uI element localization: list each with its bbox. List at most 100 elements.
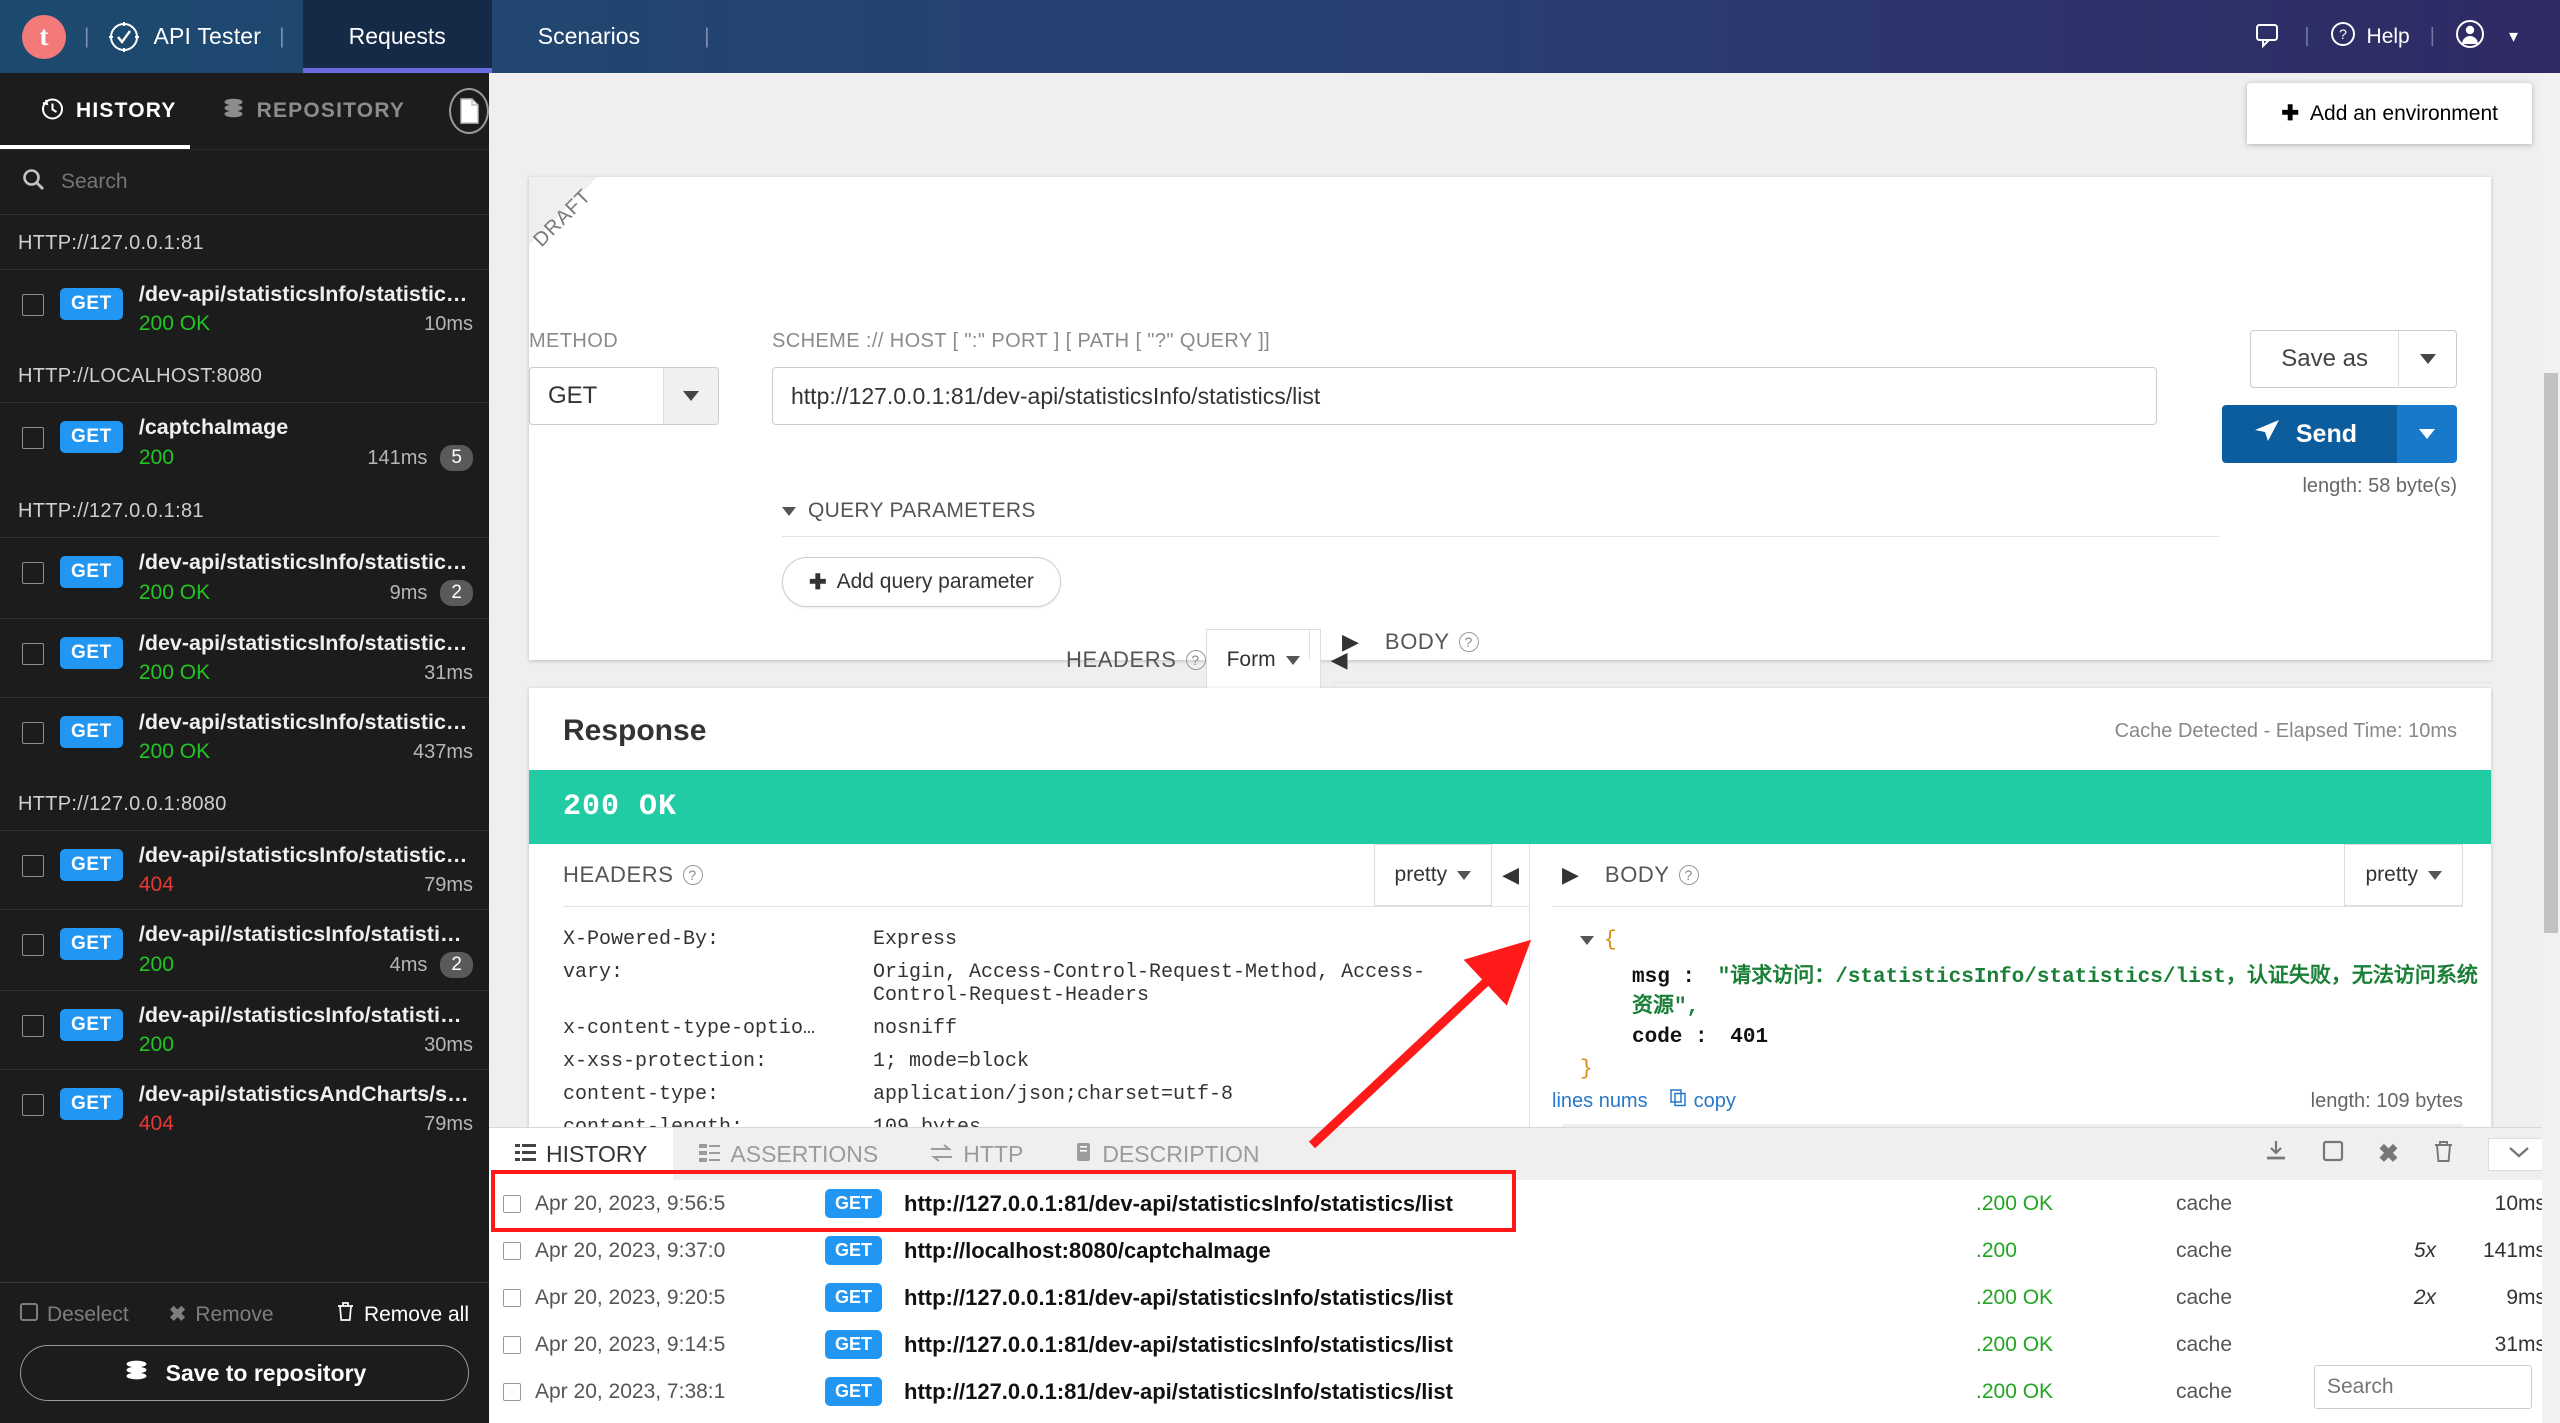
- document-icon[interactable]: [449, 88, 489, 134]
- row-checkbox[interactable]: [503, 1335, 521, 1354]
- row-checkbox[interactable]: [503, 1288, 521, 1307]
- download-icon[interactable]: [2264, 1140, 2288, 1168]
- add-query-parameter-button[interactable]: ✚ Add query parameter: [782, 557, 1061, 607]
- close-icon[interactable]: ✖: [2378, 1139, 2399, 1169]
- response-header-key: vary:: [563, 961, 624, 984]
- app-logo[interactable]: t: [22, 14, 66, 59]
- response-body-mode-select[interactable]: pretty: [2344, 844, 2463, 906]
- bottom-tab-http[interactable]: HTTP: [904, 1128, 1049, 1180]
- table-row[interactable]: Apr 20, 2023, 7:38:1 GET http://127.0.0.1:…: [489, 1368, 2560, 1415]
- remove-button[interactable]: ✖ Remove: [169, 1302, 274, 1327]
- history-list-item[interactable]: GET/dev-api//statisticsInfo/statistics… 2…: [0, 909, 489, 990]
- bottom-tab-assertions[interactable]: ASSERTIONS: [673, 1128, 904, 1180]
- chat-icon[interactable]: [2236, 23, 2304, 50]
- history-item-status: 200: [138, 446, 174, 469]
- collapse-toggle-icon[interactable]: [1580, 936, 1594, 945]
- history-item-url: /dev-api//statisticsInfo/statistics…: [138, 1003, 473, 1027]
- json-msg-value: "请求访问：/statisticsInfo/statistics/list，认证…: [1632, 966, 2478, 1019]
- history-item-checkbox[interactable]: [22, 294, 44, 316]
- expand-right-button[interactable]: ▶: [1332, 629, 1369, 655]
- deselect-button[interactable]: Deselect: [20, 1302, 129, 1327]
- chevron-down-icon: [1285, 655, 1300, 665]
- history-item-checkbox[interactable]: [22, 722, 44, 744]
- main-scrollbar[interactable]: [2542, 73, 2560, 1423]
- method-select[interactable]: GET: [529, 367, 719, 425]
- row-checkbox[interactable]: [503, 1241, 521, 1260]
- table-row[interactable]: Apr 20, 2023, 9:14:5 GET http://127.0.0.1:…: [489, 1321, 2560, 1368]
- history-item-time: 79ms: [424, 873, 473, 896]
- help-icon[interactable]: ?: [1185, 650, 1206, 670]
- help-icon[interactable]: ?: [682, 865, 703, 885]
- response-headers-mode-value: pretty: [1394, 863, 1448, 886]
- help-button[interactable]: ? Help: [2310, 21, 2430, 53]
- history-item-count: 2: [440, 580, 473, 606]
- bottom-tab-history[interactable]: HISTORY: [489, 1128, 674, 1180]
- send-dropdown-icon[interactable]: [2397, 405, 2457, 463]
- sidebar-tab-repository[interactable]: REPOSITORY: [199, 73, 428, 149]
- headers-mode-select[interactable]: Form: [1205, 629, 1321, 691]
- response-card: Response Cache Detected - Elapsed Time: …: [529, 688, 2491, 1198]
- bottom-search[interactable]: [2314, 1365, 2532, 1409]
- save-as-button[interactable]: Save as: [2250, 330, 2457, 388]
- save-to-repository-button[interactable]: Save to repository: [20, 1345, 469, 1401]
- history-item-checkbox[interactable]: [22, 643, 44, 665]
- table-row[interactable]: Apr 20, 2023, 9:56:5 GET http://127.0.0.1:…: [489, 1180, 2560, 1227]
- url-input[interactable]: http://127.0.0.1:81/dev-api/statisticsIn…: [772, 367, 2157, 425]
- history-item-time: 30ms: [424, 1033, 473, 1056]
- remove-all-button[interactable]: Remove all: [336, 1301, 469, 1328]
- search-input[interactable]: [61, 170, 401, 194]
- app-name: API Tester: [153, 23, 262, 49]
- chevron-down-icon[interactable]: [2488, 1137, 2550, 1171]
- table-row[interactable]: Apr 20, 2023, 9:20:5 GET http://127.0.0.1:…: [489, 1274, 2560, 1321]
- history-list-item[interactable]: GET/dev-api/statisticsInfo/statistics/… 2…: [0, 697, 489, 776]
- user-account-button[interactable]: [2435, 19, 2505, 55]
- checkbox-icon[interactable]: [2322, 1140, 2344, 1168]
- sidebar: HISTORY REPOSITORY HTTP://127.0.0.1:81 GE…: [0, 73, 489, 1423]
- query-parameters-header[interactable]: QUERY PARAMETERS: [782, 499, 2219, 523]
- history-item-checkbox[interactable]: [22, 1094, 44, 1116]
- row-checkbox[interactable]: [503, 1382, 521, 1401]
- bottom-search-input[interactable]: [2327, 1375, 2519, 1399]
- history-item-status: 200 OK: [138, 581, 211, 604]
- send-button[interactable]: Send: [2221, 405, 2457, 463]
- json-msg-key: msg :: [1632, 966, 1696, 989]
- history-list-item[interactable]: GET/dev-api/statisticsInfo/statistics/… 4…: [0, 830, 489, 909]
- response-expand-right-button[interactable]: ▶: [1552, 862, 1589, 888]
- add-environment-button[interactable]: ✚ Add an environment: [2247, 83, 2532, 144]
- history-list-item[interactable]: GET/dev-api/statisticsAndCharts/sta… 404 7…: [0, 1069, 489, 1148]
- bottom-tab-description[interactable]: DESCRIPTION: [1049, 1128, 1285, 1180]
- history-list-item[interactable]: GET/dev-api/statisticsInfo/statistics/… 2…: [0, 537, 489, 618]
- lines-nums-link[interactable]: lines nums: [1552, 1090, 1648, 1113]
- sidebar-search[interactable]: [0, 149, 489, 215]
- response-header-key: x-xss-protection:: [563, 1050, 768, 1073]
- history-item-checkbox[interactable]: [22, 1015, 44, 1037]
- bottom-history-rows[interactable]: Apr 20, 2023, 9:56:5 GET http://127.0.0.1:…: [489, 1180, 2560, 1415]
- history-list[interactable]: HTTP://127.0.0.1:81 GET/dev-api/statistic…: [0, 215, 489, 1282]
- sidebar-tab-history[interactable]: HISTORY: [18, 73, 199, 149]
- row-cache: cache: [2176, 1191, 2233, 1215]
- response-collapse-left-button[interactable]: ◀: [1492, 862, 1529, 888]
- help-icon[interactable]: ?: [1458, 632, 1479, 652]
- history-list-item[interactable]: GET/captchaImage 200 141ms 5: [0, 402, 489, 483]
- history-item-checkbox[interactable]: [22, 934, 44, 956]
- tab-requests[interactable]: Requests: [302, 0, 492, 73]
- help-icon[interactable]: ?: [1678, 865, 1699, 885]
- history-list-item[interactable]: GET/dev-api/statisticsInfo/statistics/… 2…: [0, 618, 489, 697]
- row-checkbox[interactable]: [503, 1194, 521, 1213]
- history-item-time: 141ms: [367, 446, 428, 469]
- copy-link[interactable]: copy: [1669, 1089, 1736, 1113]
- row-url: http://localhost:8080/captchaImage: [904, 1237, 1271, 1263]
- scrollbar-thumb[interactable]: [2544, 373, 2558, 933]
- http-method-badge: GET: [60, 716, 123, 748]
- bottom-tab-http-label: HTTP: [963, 1140, 1024, 1167]
- trash-icon[interactable]: [2433, 1140, 2454, 1169]
- tab-scenarios[interactable]: Scenarios: [492, 0, 686, 73]
- history-item-checkbox[interactable]: [22, 562, 44, 584]
- history-item-checkbox[interactable]: [22, 427, 44, 449]
- history-item-checkbox[interactable]: [22, 855, 44, 877]
- history-list-item[interactable]: GET/dev-api//statisticsInfo/statistics… 2…: [0, 990, 489, 1069]
- chevron-down-icon[interactable]: ▾: [2505, 26, 2538, 47]
- response-headers-mode-select[interactable]: pretty: [1373, 844, 1493, 906]
- history-list-item[interactable]: GET/dev-api/statisticsInfo/statistics/… 2…: [0, 269, 489, 348]
- table-row[interactable]: Apr 20, 2023, 9:37:0 GET http://localhost:…: [489, 1227, 2560, 1274]
